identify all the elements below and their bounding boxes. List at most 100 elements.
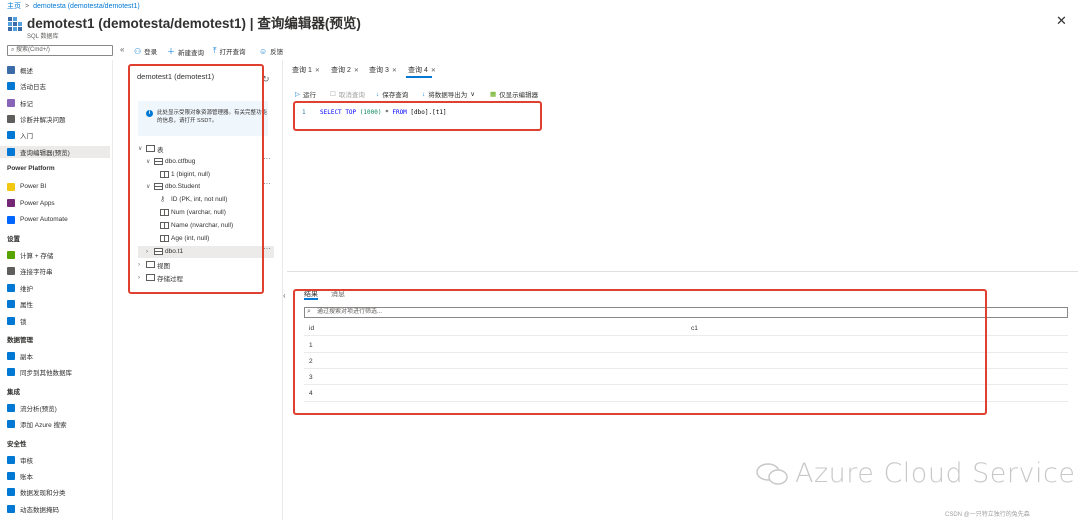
tab-query-1[interactable]: 查询 1 ✕ xyxy=(292,65,320,75)
breadcrumb-home[interactable]: 主页 xyxy=(7,3,21,10)
cancel-label: 取消查询 xyxy=(338,92,365,99)
activity-log-icon xyxy=(7,82,15,91)
sidebar-item-label: 概述 xyxy=(20,68,33,75)
sidebar-item[interactable]: 同步到其他数据库 xyxy=(7,366,72,378)
new-query-button[interactable]: ＋新建查询 xyxy=(167,46,204,57)
connection-icon xyxy=(7,267,15,276)
power-bi-icon xyxy=(7,182,15,191)
sync-icon xyxy=(7,368,15,377)
sidebar-item[interactable]: 标记 xyxy=(7,97,33,109)
sidebar-item-label: 数据发现和分类 xyxy=(20,490,66,498)
tab-label: 查询 3 xyxy=(369,67,389,74)
nav-section-title: Power Platform xyxy=(7,164,55,172)
tab-query-2[interactable]: 查询 2 ✕ xyxy=(331,65,359,75)
power-apps-icon xyxy=(7,199,15,208)
sidebar-item[interactable]: 查询编辑器(预览) xyxy=(0,145,110,158)
nav-section-title: 数据管理 xyxy=(7,337,33,344)
breadcrumb-current[interactable]: demotesta (demotesta/demotest1) xyxy=(33,3,140,10)
sidebar-item[interactable]: 计算 + 存储 xyxy=(7,249,53,261)
more-icon[interactable]: ··· xyxy=(263,154,271,163)
sidebar-item-label: 账本 xyxy=(20,474,33,481)
csdn-credit: CSDN @一只特立独行的兔先森 xyxy=(945,512,1030,518)
page-subtitle: SQL 数据库 xyxy=(27,34,59,40)
sidebar-item-label: 动态数据掩码 xyxy=(20,506,59,514)
close-icon[interactable]: ✕ xyxy=(354,68,359,74)
query-editor-icon xyxy=(7,147,15,156)
sidebar-item[interactable]: 概述 xyxy=(7,64,33,76)
show-editor-only-button[interactable]: ▦ 仅显示编辑器 xyxy=(490,89,538,99)
stream-icon xyxy=(7,403,15,412)
save-icon: ↓ xyxy=(376,90,380,98)
sql-db-icon xyxy=(7,66,15,74)
feedback-label: 反馈 xyxy=(270,49,284,56)
run-button[interactable]: ▷ 运行 xyxy=(295,89,316,99)
chevron-left-icon[interactable]: ‹ xyxy=(283,291,286,300)
save-query-button[interactable]: ↓ 保存查询 xyxy=(376,89,409,100)
annotation-box-explorer xyxy=(128,64,264,294)
close-icon[interactable]: ✕ xyxy=(315,68,320,74)
explorer-divider xyxy=(282,60,283,520)
run-label: 运行 xyxy=(303,92,316,99)
login-label: 登录 xyxy=(144,49,158,56)
page-title: demotest1 (demotesta/demotest1) | 查询编辑器(… xyxy=(27,16,361,31)
chevron-down-icon: ∨ xyxy=(470,91,476,98)
properties-icon xyxy=(7,300,15,309)
tab-label: 查询 1 xyxy=(292,67,312,74)
sidebar-item[interactable]: Power Apps xyxy=(7,197,55,209)
more-icon[interactable]: ··· xyxy=(263,244,271,253)
wechat-logo-icon xyxy=(756,463,788,485)
sidebar-item[interactable]: 数据发现和分类 xyxy=(7,486,66,498)
sidebar-item-label: 审核 xyxy=(20,457,33,465)
feedback-icon: ☺ xyxy=(259,46,268,56)
login-button[interactable]: ⚇ 登录 xyxy=(134,46,158,57)
sidebar-item[interactable]: 属性 xyxy=(7,298,33,310)
search-input[interactable]: ⌕ 搜索(Cmd+/) xyxy=(7,45,113,56)
sidebar-item-label: 标记 xyxy=(20,100,33,108)
tab-query-4[interactable]: 查询 4 ✕ xyxy=(408,65,436,75)
sidebar-item[interactable]: 添加 Azure 搜索 xyxy=(7,418,67,430)
sidebar-item[interactable]: 活动日志 xyxy=(7,80,46,92)
sidebar-item[interactable]: 诊断并解决问题 xyxy=(7,113,66,125)
breadcrumb: 主页 > demotesta (demotesta/demotest1) xyxy=(7,1,140,11)
sidebar-item[interactable]: 账本 xyxy=(7,470,33,482)
sidebar-item-label: 属性 xyxy=(20,302,33,310)
upload-icon: ⤒ xyxy=(213,46,217,55)
cloud-search-icon xyxy=(7,420,15,429)
sidebar-item[interactable]: 维护 xyxy=(7,282,33,294)
nav-section-title: 设置 xyxy=(7,236,20,243)
sidebar-item[interactable]: 流分析(预览) xyxy=(7,402,57,414)
sidebar-item-label: 查询编辑器(预览) xyxy=(20,149,70,157)
collapse-nav-button[interactable]: « xyxy=(120,45,124,54)
stop-icon: ☐ xyxy=(330,91,336,98)
sidebar-item-label: 连接字符串 xyxy=(20,269,53,277)
open-query-button[interactable]: ⤒ 打开查询 xyxy=(213,46,246,56)
sidebar-item[interactable]: 入门 xyxy=(7,129,33,141)
save-label: 保存查询 xyxy=(382,92,409,99)
close-icon[interactable]: ✕ xyxy=(431,68,436,74)
sidebar-item[interactable]: Power Automate xyxy=(7,214,68,226)
sidebar-item-label: 锁 xyxy=(20,318,27,326)
more-options-icon[interactable]: ··· xyxy=(298,16,307,26)
sidebar-item[interactable]: Power BI xyxy=(7,181,46,193)
wrench-icon xyxy=(7,114,15,123)
person-icon: ⚇ xyxy=(134,46,142,56)
more-icon[interactable]: ··· xyxy=(263,179,271,188)
sidebar-item[interactable]: 副本 xyxy=(7,350,33,362)
show-editor-label: 仅显示编辑器 xyxy=(499,92,539,99)
export-data-button[interactable]: ↓ 将数据导出为 ∨ xyxy=(422,89,476,100)
sidebar-item[interactable]: 锁 xyxy=(7,315,27,327)
active-tab-indicator xyxy=(406,76,432,78)
close-icon[interactable]: ✕ xyxy=(392,68,397,74)
editor-divider xyxy=(287,271,1078,272)
feedback-button[interactable]: ☺ 反馈 xyxy=(259,46,284,57)
audit-icon xyxy=(7,455,15,464)
tab-label: 查询 2 xyxy=(331,67,351,74)
cancel-query-button[interactable]: ☐ 取消查询 xyxy=(330,89,365,99)
sidebar-item[interactable]: 动态数据掩码 xyxy=(7,503,59,515)
grid-icon: ▦ xyxy=(490,91,497,98)
power-automate-icon xyxy=(7,215,15,224)
tab-query-3[interactable]: 查询 3 ✕ xyxy=(369,65,397,75)
sidebar-item[interactable]: 审核 xyxy=(7,454,33,466)
sidebar-item[interactable]: 连接字符串 xyxy=(7,265,53,277)
close-button[interactable]: ✕ xyxy=(1056,13,1067,29)
